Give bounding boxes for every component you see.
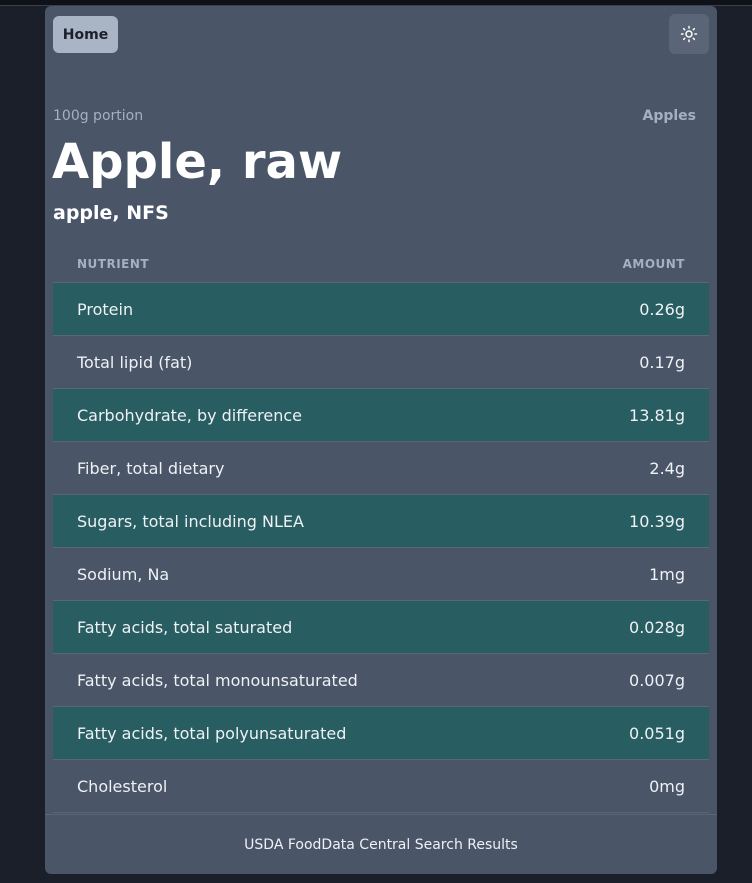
nutrient-name: Total lipid (fat): [77, 352, 193, 372]
nutrient-amount: 0.26g: [639, 299, 685, 319]
table-header: NUTRIENT AMOUNT: [53, 246, 709, 283]
nutrient-amount: 0mg: [649, 776, 685, 796]
nutrient-name: Fatty acids, total monounsaturated: [77, 670, 358, 690]
nutrient-table: NUTRIENT AMOUNT Protein 0.26g Total lipid …: [53, 246, 709, 813]
column-header-amount: AMOUNT: [622, 257, 685, 271]
sun-icon: [680, 25, 698, 43]
nutrient-name: Fatty acids, total saturated: [77, 617, 293, 637]
nutrient-name: Cholesterol: [77, 776, 168, 796]
table-row: Fatty acids, total polyunsaturated 0.051g: [53, 707, 709, 760]
table-row: Sugars, total including NLEA 10.39g: [53, 495, 709, 548]
nutrient-name: Carbohydrate, by difference: [77, 405, 302, 425]
footer-text: USDA FoodData Central Search Results: [244, 837, 518, 853]
table-row: Sodium, Na 1mg: [53, 548, 709, 601]
food-card: Home 100g portion Apples Apple, raw appl…: [45, 6, 717, 874]
footer: USDA FoodData Central Search Results: [45, 814, 717, 874]
nutrient-name: Sugars, total including NLEA: [77, 511, 304, 531]
nutrient-amount: 1mg: [649, 564, 685, 584]
table-row: Fatty acids, total saturated 0.028g: [53, 601, 709, 654]
home-button[interactable]: Home: [53, 16, 118, 53]
table-body: Protein 0.26g Total lipid (fat) 0.17g Carboh…: [53, 283, 709, 813]
nutrient-name: Fatty acids, total polyunsaturated: [77, 723, 347, 743]
table-row: Fatty acids, total monounsaturated 0.007g: [53, 654, 709, 707]
nutrient-name: Protein: [77, 299, 134, 319]
table-row: Fiber, total dietary 2.4g: [53, 442, 709, 495]
nutrient-amount: 2.4g: [649, 458, 685, 478]
nutrient-amount: 0.051g: [629, 723, 685, 743]
column-header-nutrient: NUTRIENT: [77, 257, 150, 271]
table-row: Carbohydrate, by difference 13.81g: [53, 389, 709, 442]
nutrient-name: Sodium, Na: [77, 564, 170, 584]
portion-label: 100g portion: [53, 108, 144, 124]
table-row: Protein 0.26g: [53, 283, 709, 336]
nutrient-amount: 13.81g: [629, 405, 685, 425]
table-row: Total lipid (fat) 0.17g: [53, 336, 709, 389]
nutrient-amount: 0.17g: [639, 352, 685, 372]
table-row: Cholesterol 0mg: [53, 760, 709, 813]
nutrient-name: Fiber, total dietary: [77, 458, 225, 478]
page-title: Apple, raw: [52, 134, 343, 190]
nutrient-amount: 0.007g: [629, 670, 685, 690]
nutrient-amount: 0.028g: [629, 617, 685, 637]
nutrient-amount: 10.39g: [629, 511, 685, 531]
category-label: Apples: [642, 108, 696, 124]
page-subtitle: apple, NFS: [53, 202, 169, 224]
theme-toggle-button[interactable]: [669, 14, 709, 54]
